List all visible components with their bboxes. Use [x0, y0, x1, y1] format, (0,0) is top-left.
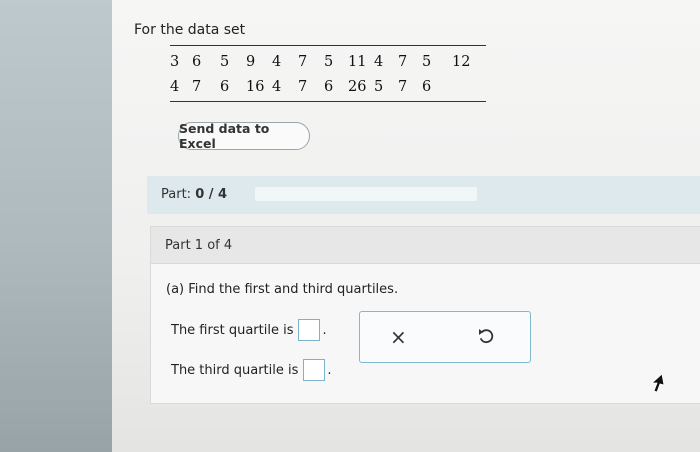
first-quartile-row: The first quartile is . — [171, 319, 327, 341]
data-cell: 6 — [324, 78, 334, 95]
data-set-table: 3 6 5 9 4 7 5 11 4 7 5 12 4 7 6 16 4 7 6 — [170, 45, 486, 102]
data-cell: 6 — [192, 53, 202, 70]
data-cell: 6 — [422, 78, 432, 95]
progress-track — [255, 187, 477, 201]
intro-text: For the data set — [134, 22, 246, 38]
part-progress-bar: Part: 0 / 4 — [147, 176, 700, 214]
data-row-1: 3 6 5 9 4 7 5 11 4 7 5 12 — [170, 49, 486, 74]
data-cell: 3 — [170, 53, 180, 70]
data-cell: 5 — [374, 78, 384, 95]
data-cell: 7 — [298, 78, 308, 95]
period: . — [327, 362, 332, 378]
third-quartile-input[interactable] — [303, 359, 326, 381]
data-cell: 7 — [398, 53, 408, 70]
first-quartile-label: The first quartile is — [171, 322, 294, 338]
part-heading: Part 1 of 4 — [165, 238, 233, 253]
part-prefix: Part: — [161, 187, 192, 202]
data-cell: 5 — [324, 53, 334, 70]
period: . — [322, 322, 327, 338]
part-score: Part: 0 / 4 — [161, 187, 227, 202]
data-cell: 5 — [422, 53, 432, 70]
data-cell: 4 — [170, 78, 180, 95]
data-cell: 4 — [272, 78, 282, 95]
data-cell: 6 — [220, 78, 230, 95]
answer-tools-panel: × — [359, 311, 531, 363]
part-score-value: 0 / 4 — [195, 187, 228, 202]
third-quartile-row: The third quartile is . — [171, 359, 332, 381]
first-quartile-input[interactable] — [298, 319, 321, 341]
send-to-excel-button[interactable]: Send data to Excel — [178, 121, 310, 151]
data-cell: 7 — [192, 78, 202, 95]
data-cell: 26 — [348, 78, 367, 95]
card-header: Part 1 of 4 — [151, 227, 700, 264]
data-cell: 16 — [246, 78, 265, 95]
data-cell: 7 — [398, 78, 408, 95]
data-cell: 11 — [348, 53, 367, 70]
screen: For the data set 3 6 5 9 4 7 5 11 4 7 5 … — [0, 0, 700, 452]
data-cell: 7 — [298, 53, 308, 70]
question-text: (a) Find the first and third quartiles. — [166, 282, 399, 297]
mouse-pointer-icon — [650, 373, 665, 393]
data-cell: 5 — [220, 53, 230, 70]
data-cell: 9 — [246, 53, 256, 70]
undo-icon[interactable] — [476, 326, 496, 346]
question-card: Part 1 of 4 (a) Find the first and third… — [150, 226, 700, 404]
close-icon[interactable]: × — [390, 325, 407, 349]
side-margin — [0, 0, 112, 452]
data-cell: 4 — [374, 53, 384, 70]
third-quartile-label: The third quartile is — [171, 362, 299, 378]
problem-page: For the data set 3 6 5 9 4 7 5 11 4 7 5 … — [112, 0, 700, 452]
data-cell: 12 — [452, 53, 471, 70]
data-row-2: 4 7 6 16 4 7 6 26 5 7 6 — [170, 74, 486, 99]
data-cell: 4 — [272, 53, 282, 70]
